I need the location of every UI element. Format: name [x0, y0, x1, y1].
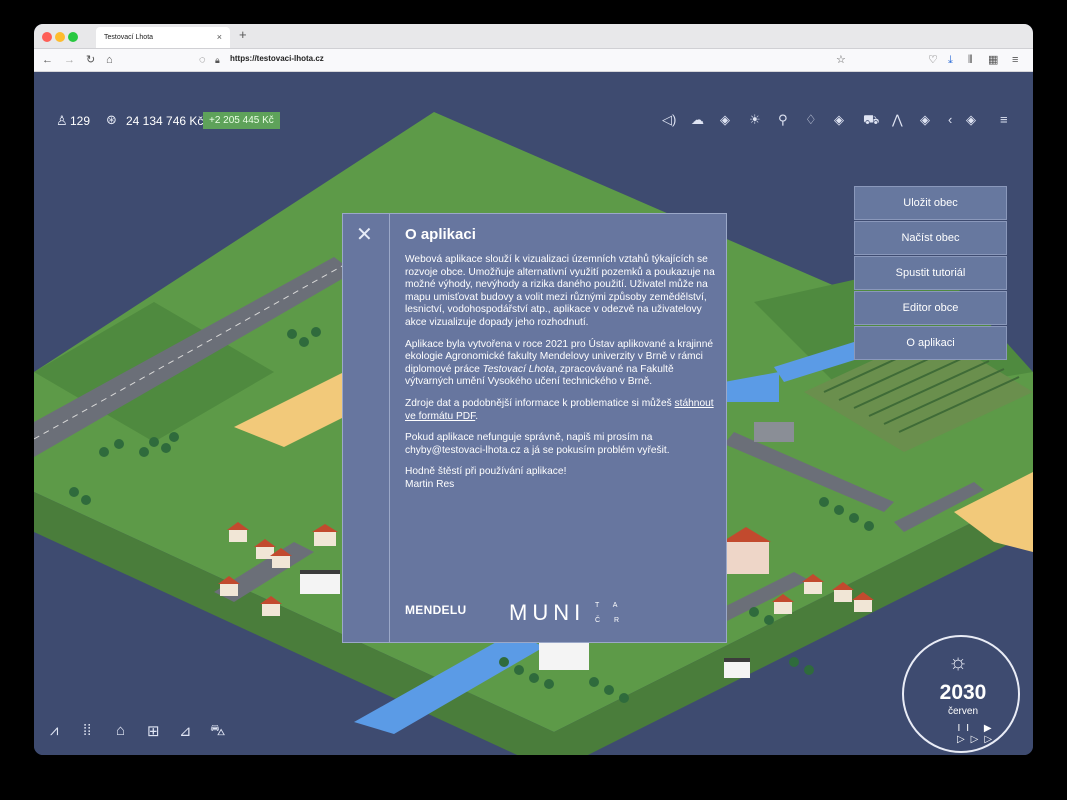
nav-bar: ← → ↻ ⌂ ◌ 🔒︎ https://testovaci-lhota.cz … [34, 49, 1033, 72]
about-paragraph-1: Webová aplikace slouží k vizualizaci úze… [405, 254, 715, 328]
about-paragraph-2: Aplikace byla vytvořena v roce 2021 pro … [405, 339, 715, 389]
muni-logo: MUNI [509, 600, 586, 625]
thesis-title: Testovací Lhota [482, 363, 555, 375]
crops-icon[interactable]: ⁞⁞ [83, 722, 91, 739]
layer2-icon[interactable]: ◈ [920, 112, 930, 128]
maximize-window-button[interactable] [68, 32, 78, 42]
pocket-icon[interactable]: ♡ [928, 53, 938, 67]
budget-delta-badge: +2 205 445 Kč [203, 112, 280, 129]
tacr-logo-bottom: ČR [595, 617, 634, 624]
tab-close-icon[interactable]: × [217, 27, 222, 48]
new-tab-button[interactable]: + [239, 27, 247, 42]
factory-icon[interactable]: ⊿ [179, 722, 192, 740]
terrain-icon[interactable]: ⩘ [50, 722, 58, 739]
village-editor-button[interactable]: Editor obce [854, 291, 1007, 325]
game-scene[interactable]: ♙ 129 ⊛ 24 134 746 Kč +2 205 445 Kč ◁) ☁… [34, 72, 1033, 755]
library-icon[interactable]: ⫴ [968, 53, 973, 67]
start-tutorial-button[interactable]: Spustit tutoriál [854, 256, 1007, 290]
sound-icon[interactable]: ◁) [662, 112, 676, 128]
hamburger-icon[interactable]: ≡ [1000, 112, 1008, 127]
tab-title: Testovací Lhota [104, 34, 154, 41]
download-icon[interactable]: ⤓ [948, 53, 953, 67]
money-bag-icon: ⊛ [106, 112, 117, 127]
layers-icon[interactable]: ◈ [966, 112, 976, 128]
load-village-button[interactable]: Načíst obec [854, 221, 1007, 255]
tacr-logo: TA ČR [595, 598, 633, 628]
good-luck-text: Hodně štěstí při používání aplikace! [405, 466, 567, 478]
bookmark-star-icon[interactable]: ☆ [836, 53, 846, 67]
modal-body: O aplikaci Webová aplikace slouží k vizu… [405, 226, 715, 501]
forward-icon[interactable]: → [64, 53, 75, 67]
shield-icon[interactable]: ◌ [199, 53, 206, 67]
layer-icon[interactable]: ◈ [720, 112, 730, 128]
reload-icon[interactable]: ↻ [86, 53, 95, 67]
cloud-icon[interactable]: ☁ [691, 112, 704, 128]
home-icon[interactable]: ⌂ [106, 53, 113, 67]
author-name: Martin Res [405, 478, 455, 490]
browser-window: Testovací Lhota × + ← → ↻ ⌂ ◌ 🔒︎ https:/… [34, 24, 1033, 755]
eye-icon[interactable]: ◈ [834, 112, 844, 128]
about-paragraph-4: Pokud aplikace nefunguje správně, napiš … [405, 432, 670, 456]
sun-bulb-icon[interactable]: ☀ [749, 112, 761, 128]
close-icon[interactable]: ✕ [356, 224, 373, 246]
url-bar[interactable]: https://testovaci-lhota.cz [230, 54, 324, 63]
budget-value: 24 134 746 Kč [126, 114, 204, 128]
partner-logos: MENDELU MUNI TA ČR [405, 598, 715, 628]
drop-icon[interactable]: ♢ [805, 112, 817, 128]
modal-sidebar: ✕ [343, 214, 390, 642]
shop-icon[interactable]: ⊞ [147, 722, 160, 740]
about-button[interactable]: O aplikaci [854, 326, 1007, 360]
mountain-icon[interactable]: ⋀ [892, 112, 903, 128]
save-village-button[interactable]: Uložit obec [854, 186, 1007, 220]
car-icon[interactable]: ⛟ [863, 112, 879, 130]
lock-icon: 🔒︎ [215, 55, 220, 65]
time-controls[interactable]: II ▶ ▷▷▷ [937, 723, 1018, 745]
current-year: 2030 [939, 681, 987, 704]
sun-icon: ☼ [948, 649, 969, 674]
about-paragraph-3: Zdroje dat a podobnější informace k prob… [405, 398, 715, 423]
minimize-window-button[interactable] [55, 32, 65, 42]
main-menu: Uložit obec Načíst obec Spustit tutoriál… [854, 186, 1008, 361]
close-window-button[interactable] [42, 32, 52, 42]
tab-bar: Testovací Lhota × + [34, 24, 1033, 49]
app-menu-icon[interactable]: ≡ [1012, 53, 1018, 67]
current-month: červen [947, 706, 978, 717]
mendelu-logo: MENDELU [405, 603, 467, 617]
tab-testovaci-lhota[interactable]: Testovací Lhota × [96, 27, 230, 48]
house-icon[interactable]: ⌂ [116, 722, 125, 739]
chevron-left-icon[interactable]: ‹ [948, 112, 952, 127]
pipe-icon[interactable]: ⚲ [778, 112, 788, 128]
back-icon[interactable]: ← [42, 53, 53, 67]
modal-title: O aplikaci [405, 226, 476, 243]
tractor-icon[interactable]: ⛍ [210, 722, 225, 741]
about-paragraph-3-text: Zdroje dat a podobnější informace k prob… [405, 397, 675, 409]
about-paragraph-5: Hodně štěstí při používání aplikace! Mart… [405, 466, 715, 491]
about-paragraph-3-tail: . [475, 410, 479, 422]
about-modal: ✕ O aplikaci Webová aplikace slouží k vi… [342, 213, 727, 643]
time-clock: ☼ 2030 červen II ▶ ▷▷▷ [902, 635, 1020, 753]
extensions-icon[interactable]: ▦ [988, 53, 998, 67]
population-count: 129 [70, 114, 91, 128]
tacr-logo-top: TA [595, 602, 632, 609]
population-icon: ♙ [56, 113, 68, 128]
